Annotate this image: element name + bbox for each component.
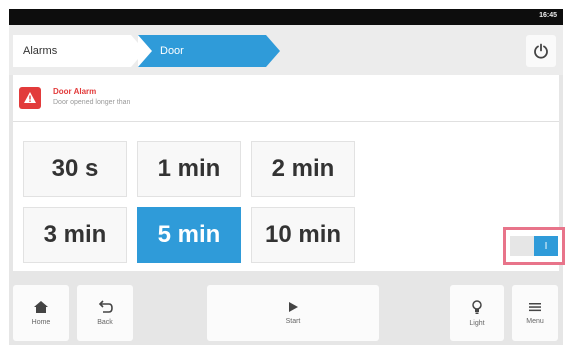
- toggle-knob[interactable]: I: [534, 236, 558, 256]
- breadcrumb-door-label: Door: [160, 45, 184, 57]
- start-label: Start: [285, 318, 301, 325]
- menu-label: Menu: [526, 318, 544, 325]
- power-icon: [534, 43, 548, 59]
- option-5min-button[interactable]: 5 min: [137, 207, 241, 263]
- breadcrumb-alarms-label: Alarms: [23, 45, 58, 57]
- toggle-highlight: I: [503, 227, 565, 265]
- back-label: Back: [97, 319, 113, 326]
- light-bulb-icon: [472, 299, 482, 314]
- light-button[interactable]: Light: [450, 285, 504, 341]
- light-label: Light: [469, 319, 485, 327]
- menu-button[interactable]: Menu: [512, 285, 558, 341]
- option-10min-button[interactable]: 10 min: [251, 207, 355, 263]
- bottom-nav: Home Back Start Light Menu: [9, 277, 563, 345]
- option-3min-button[interactable]: 3 min: [23, 207, 127, 263]
- power-button[interactable]: [526, 35, 556, 67]
- home-label: Home: [31, 319, 51, 326]
- main-panel: Alarms Door Door Alarm Door opened longe…: [9, 25, 565, 277]
- home-icon: [34, 301, 48, 313]
- start-button[interactable]: Start: [207, 285, 379, 341]
- play-icon: [289, 302, 298, 312]
- status-bar: 16:45: [9, 9, 563, 25]
- breadcrumb-alarms[interactable]: Alarms: [13, 35, 145, 67]
- alarm-title: Door Alarm: [53, 87, 97, 96]
- option-30s-button[interactable]: 30 s: [23, 141, 127, 197]
- home-button[interactable]: Home: [13, 285, 69, 341]
- option-1min-button[interactable]: 1 min: [137, 141, 241, 197]
- menu-icon: [529, 303, 541, 312]
- warning-icon: [19, 87, 41, 109]
- screen: 16:45 Alarms Door Door Alarm Door opened…: [0, 0, 571, 345]
- breadcrumb: Alarms Door: [9, 25, 563, 75]
- option-2min-button[interactable]: 2 min: [251, 141, 355, 197]
- alarm-toggle[interactable]: I: [510, 236, 558, 256]
- status-time: 16:45: [539, 12, 557, 19]
- breadcrumb-door[interactable]: Door: [138, 35, 280, 67]
- back-arrow-icon: [98, 300, 113, 313]
- alarm-subtitle: Door opened longer than: [53, 99, 131, 106]
- back-button[interactable]: Back: [77, 285, 133, 341]
- alarm-settings-content: Door Alarm Door opened longer than 30 s …: [13, 75, 565, 271]
- divider: [13, 121, 559, 122]
